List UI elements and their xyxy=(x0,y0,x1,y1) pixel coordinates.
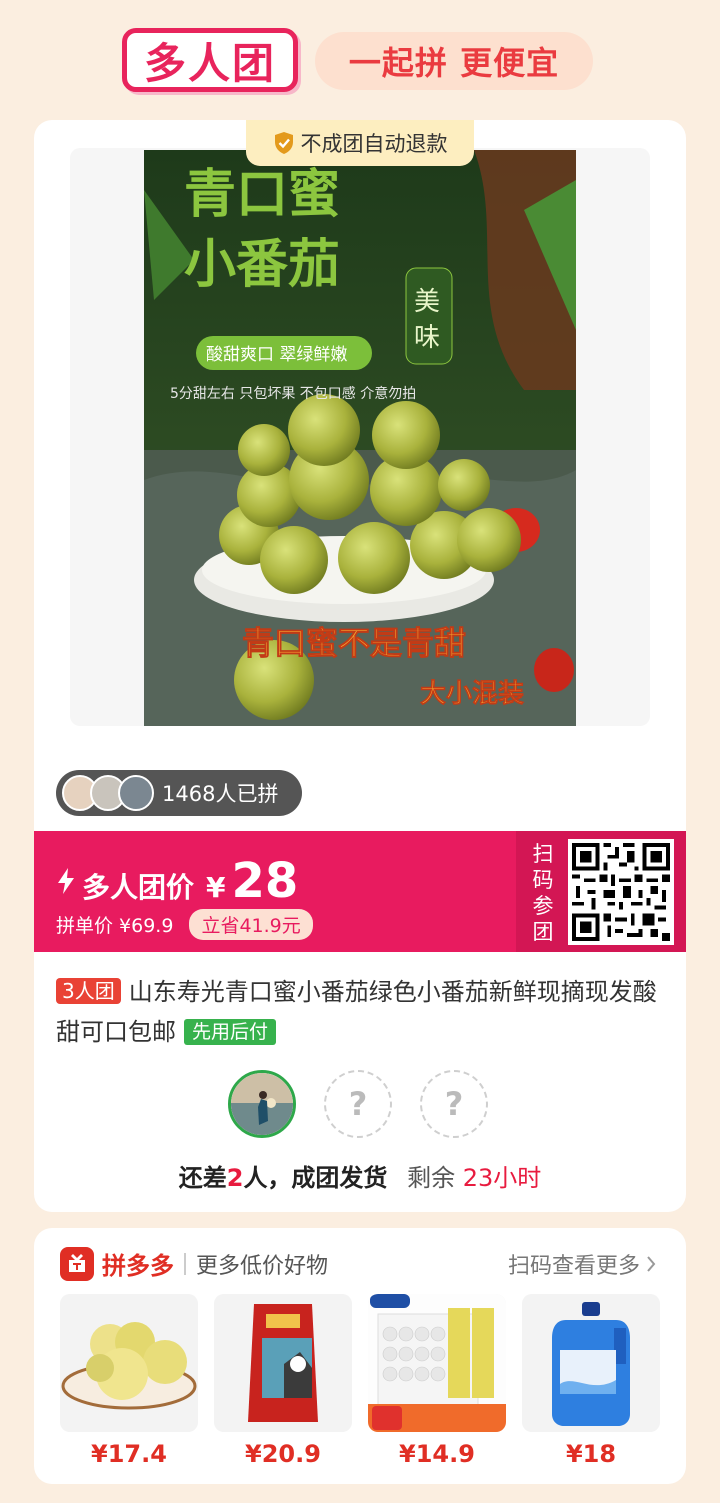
lightning-icon xyxy=(58,868,74,894)
header: 多人团 一起拼 更便宜 xyxy=(0,0,720,118)
qr-join-label: 扫码参团 xyxy=(532,842,554,944)
product-thumb-price: ¥14.9 xyxy=(399,1440,475,1468)
product-thumb-price: ¥18 xyxy=(565,1440,617,1468)
team-size-tag: 3人团 xyxy=(56,978,121,1004)
product-title-area[interactable]: 3人团 山东寿光青口蜜小番茄绿色小番茄新鲜现摘现发酸甜可口包邮 先用后付 xyxy=(56,972,666,1052)
product-thumb[interactable]: ¥18 xyxy=(522,1294,660,1468)
pinduoduo-logo-icon xyxy=(60,1246,94,1281)
brand-name: 拼多多 xyxy=(102,1252,174,1280)
pay-later-tag: 先用后付 xyxy=(184,1019,277,1045)
group-price-label: 多人团价 xyxy=(82,871,195,904)
group-status: 还差2人，成团发货 剩余 23小时 xyxy=(34,1158,686,1193)
status-prefix: 还差 xyxy=(178,1164,227,1192)
group-members: ? ? xyxy=(228,1070,488,1138)
brand-subtitle: 更多低价好物 xyxy=(196,1253,329,1279)
buyers-count: 1468人已拼 xyxy=(162,782,279,806)
single-price: 拼单价 ¥69.9 xyxy=(56,915,174,937)
product-thumb-image xyxy=(522,1294,660,1432)
divider xyxy=(184,1252,186,1275)
refund-badge: 不成团自动退款 xyxy=(246,120,474,166)
image-headline-1: 青口蜜 xyxy=(184,165,340,225)
more-products-list: ¥17.4 ¥20.9 ¥14.9 ¥18 xyxy=(60,1294,660,1468)
image-note: 5分甜左右 只包坏果 不包口感 介意勿拍 xyxy=(170,385,416,402)
product-thumb-price: ¥20.9 xyxy=(245,1440,321,1468)
product-title: 山东寿光青口蜜小番茄绿色小番茄新鲜现摘现发酸甜可口包邮 xyxy=(56,978,657,1046)
product-thumb-image xyxy=(214,1294,352,1432)
member-avatar xyxy=(228,1070,296,1138)
qr-join-panel[interactable]: 扫码参团 xyxy=(516,831,686,952)
image-banner: 青口蜜不是青甜 xyxy=(242,624,466,662)
status-suffix: 人，成团发货 xyxy=(243,1164,388,1192)
status-missing-count: 2 xyxy=(226,1164,244,1192)
product-thumb[interactable]: ¥20.9 xyxy=(214,1294,352,1468)
product-card: 不成团自动退款 青口蜜 小番茄 美 味 酸甜爽口 翠绿鲜嫩 5分甜左右 只包坏果… xyxy=(34,120,686,1212)
save-amount-chip: 立省41.9元 xyxy=(189,909,313,940)
image-tag-top: 美 xyxy=(414,287,440,317)
image-tag-bottom: 味 xyxy=(414,323,440,353)
slogan: 一起拼 更便宜 xyxy=(315,32,593,90)
product-image[interactable]: 青口蜜 小番茄 美 味 酸甜爽口 翠绿鲜嫩 5分甜左右 只包坏果 不包口感 介意… xyxy=(144,150,576,726)
product-thumb[interactable]: ¥17.4 xyxy=(60,1294,198,1468)
chevron-right-icon xyxy=(647,1256,656,1272)
shield-check-icon xyxy=(274,132,293,154)
image-banner-sub: 大小混装 xyxy=(420,679,524,709)
multi-group-logo: 多人团 xyxy=(122,28,298,92)
product-thumb-price: ¥17.4 xyxy=(91,1440,167,1468)
product-thumb-image xyxy=(60,1294,198,1432)
buyer-avatar xyxy=(118,775,154,811)
image-headline-2: 小番茄 xyxy=(184,235,340,295)
currency-symbol: ¥ xyxy=(206,871,226,904)
group-price: 28 xyxy=(231,853,299,909)
buyers-count-pill: 1468人已拼 xyxy=(56,770,302,816)
scan-more-label: 扫码查看更多 xyxy=(507,1254,640,1279)
refund-badge-label: 不成团自动退款 xyxy=(300,132,448,156)
empty-member-slot[interactable]: ? xyxy=(420,1070,488,1138)
price-bar: 多人团价 ¥ 28 拼单价 ¥69.9 立省41.9元 扫码参团 xyxy=(34,831,686,952)
qr-code[interactable] xyxy=(568,839,674,945)
remaining-label: 剩余 xyxy=(407,1164,456,1192)
more-products-card: 拼多多 更多低价好物 扫码查看更多 ¥17.4 ¥20.9 ¥14.9 ¥18 xyxy=(34,1228,686,1484)
scan-more-link[interactable]: 扫码查看更多 xyxy=(508,1248,656,1280)
remaining-time: 23小时 xyxy=(462,1164,542,1192)
product-thumb-image xyxy=(368,1294,506,1432)
empty-member-slot[interactable]: ? xyxy=(324,1070,392,1138)
product-thumb[interactable]: ¥14.9 xyxy=(368,1294,506,1468)
image-sub-pill: 酸甜爽口 翠绿鲜嫩 xyxy=(206,345,347,365)
